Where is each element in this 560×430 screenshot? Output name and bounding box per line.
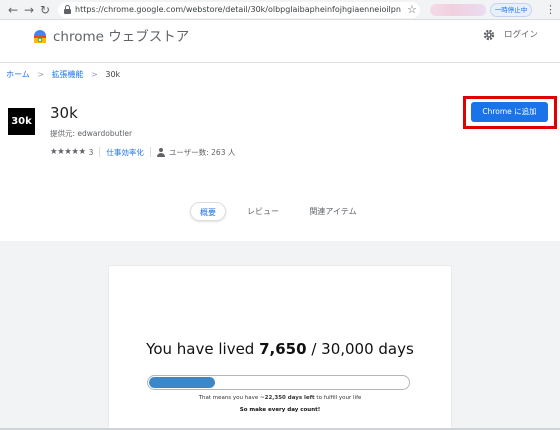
meta-divider: [149, 147, 151, 157]
add-to-chrome-button[interactable]: Chrome に追加: [471, 102, 548, 122]
breadcrumb: ホーム > 拡張機能 > 30k: [6, 70, 120, 80]
browser-toolbar: ← → ↻ https://chrome.google.com/webstore…: [0, 0, 560, 20]
login-link[interactable]: ログイン: [504, 29, 538, 41]
left-suffix: to fulfill your life: [314, 395, 362, 401]
breadcrumb-extensions[interactable]: 拡張機能: [52, 70, 84, 79]
lived-days-value: 7,650: [259, 340, 307, 358]
extension-name: 30k: [50, 104, 78, 122]
screenshot-gallery: You have lived 7,650 / 30,000 days That …: [0, 241, 560, 430]
left-days-value: ~22,350 days left: [260, 395, 315, 401]
star-icon[interactable]: ☆: [407, 2, 417, 18]
detail-tabs: 概要 レビュー 関連アイテム: [0, 202, 560, 222]
tab-reviews[interactable]: レビュー: [240, 202, 286, 221]
days-left-text: That means you have ~22,350 days left to…: [109, 394, 451, 402]
category-link[interactable]: 仕事効率化: [106, 147, 144, 158]
lived-suffix: / 30,000 days: [306, 340, 414, 358]
breadcrumb-current: 30k: [105, 70, 121, 79]
user-icon: [156, 147, 165, 157]
breadcrumb-home[interactable]: ホーム: [6, 70, 30, 79]
slogan-text: So make every day count!: [239, 407, 321, 413]
url-text[interactable]: https://chrome.google.com/webstore/detai…: [75, 4, 401, 16]
extension-meta: ★★★★★ 3 仕事効率化 ユーザー数: 263 人: [50, 147, 235, 157]
rating-count: 3: [88, 147, 94, 157]
meta-divider: [99, 147, 101, 157]
profile-avatar[interactable]: [430, 4, 486, 16]
screenshot-slide[interactable]: You have lived 7,650 / 30,000 days That …: [108, 265, 452, 430]
lived-prefix: You have lived: [146, 340, 260, 358]
extension-icon: 30k: [8, 108, 35, 135]
life-progress-fill: [149, 377, 215, 388]
reload-icon[interactable]: ↻: [38, 2, 52, 18]
address-bar[interactable]: https://chrome.google.com/webstore/detai…: [58, 2, 420, 18]
lived-days-heading: You have lived 7,650 / 30,000 days: [109, 339, 451, 359]
rating-stars-icon[interactable]: ★★★★★: [50, 147, 86, 157]
breadcrumb-separator: >: [37, 70, 45, 79]
left-prefix: That means you have: [198, 395, 261, 401]
kebab-menu-icon[interactable]: ⋮: [545, 2, 556, 18]
sync-paused-badge[interactable]: 一時停止中: [490, 3, 532, 17]
lock-icon: [64, 5, 71, 14]
tab-related[interactable]: 関連アイテム: [302, 202, 364, 221]
life-progress-bar: [147, 375, 410, 390]
forward-arrow-icon[interactable]: →: [22, 2, 36, 18]
gear-icon[interactable]: [483, 29, 495, 41]
back-arrow-icon[interactable]: ←: [6, 2, 20, 18]
breadcrumb-separator: >: [91, 70, 98, 79]
store-header: chrome ウェブストア ログイン: [0, 21, 560, 63]
user-count: ユーザー数: 263 人: [168, 147, 236, 157]
extension-provider: 提供元: edwardobutler: [50, 129, 133, 138]
tab-overview[interactable]: 概要: [190, 202, 226, 221]
store-title[interactable]: chrome ウェブストア: [53, 28, 189, 46]
chrome-webstore-logo-icon[interactable]: [33, 30, 47, 44]
